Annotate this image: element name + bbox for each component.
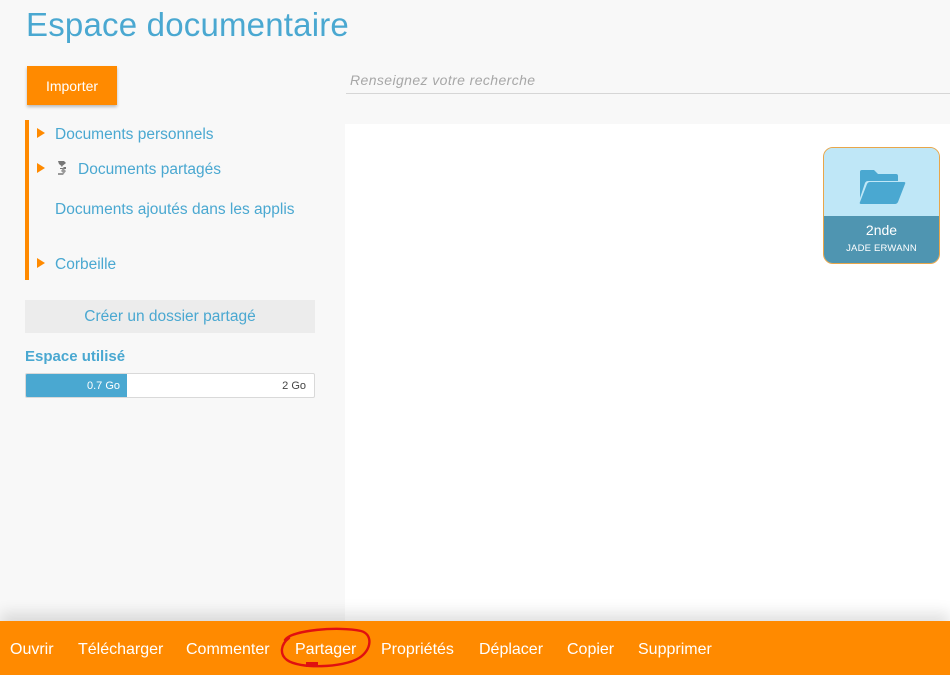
storage-title: Espace utilisé: [25, 348, 126, 365]
move-button[interactable]: Déplacer: [479, 641, 543, 659]
sidebar-item-documents-personnels[interactable]: Documents personnels: [29, 125, 214, 145]
folder-thumbnail: [824, 148, 939, 216]
action-bar: Ouvrir Télécharger Commenter Partager Pr…: [0, 621, 950, 675]
properties-button[interactable]: Propriétés: [381, 641, 454, 659]
copy-button[interactable]: Copier: [567, 641, 614, 659]
sidebar-item-label[interactable]: Documents personnels: [55, 125, 214, 145]
sidebar-item-corbeille[interactable]: Corbeille: [29, 255, 116, 275]
caret-right-icon[interactable]: [37, 128, 45, 138]
download-button[interactable]: Télécharger: [78, 641, 163, 659]
folder-caption: 2nde JADE ERWANN: [824, 216, 939, 263]
share-icon: [58, 161, 66, 175]
storage-usage-bar: 0.7 Go 2 Go: [25, 373, 315, 398]
search-input[interactable]: [346, 66, 950, 93]
folder-owner: JADE ERWANN: [846, 243, 917, 254]
sidebar-item-label[interactable]: Corbeille: [55, 255, 116, 275]
storage-total-label: 2 Go: [282, 380, 306, 392]
caret-right-icon[interactable]: [37, 163, 45, 173]
storage-used-label: 0.7 Go: [87, 380, 121, 392]
folder-open-icon: [859, 170, 906, 204]
sidebar-item-documents-applis[interactable]: Documents ajoutés dans les applis: [55, 200, 295, 220]
page-title: Espace documentaire: [26, 6, 349, 43]
delete-button[interactable]: Supprimer: [638, 641, 712, 659]
folder-name[interactable]: 2nde: [824, 222, 939, 238]
create-shared-folder-button[interactable]: Créer un dossier partagé: [25, 300, 315, 333]
sidebar-item-label[interactable]: Documents partagés: [78, 160, 221, 180]
comment-button[interactable]: Commenter: [186, 641, 270, 659]
documents-panel: 2nde JADE ERWANN: [345, 124, 950, 624]
document-tree: Documents personnels Documents partagés …: [25, 120, 315, 280]
search-bar: [346, 66, 950, 94]
folder-card[interactable]: 2nde JADE ERWANN: [823, 147, 940, 264]
sidebar-item-label[interactable]: Documents ajoutés dans les applis: [55, 200, 295, 220]
open-button[interactable]: Ouvrir: [10, 641, 54, 659]
caret-right-icon[interactable]: [37, 258, 45, 268]
share-button[interactable]: Partager: [295, 641, 356, 659]
sidebar-item-documents-partages[interactable]: Documents partagés: [29, 160, 221, 180]
import-button[interactable]: Importer: [27, 66, 117, 105]
